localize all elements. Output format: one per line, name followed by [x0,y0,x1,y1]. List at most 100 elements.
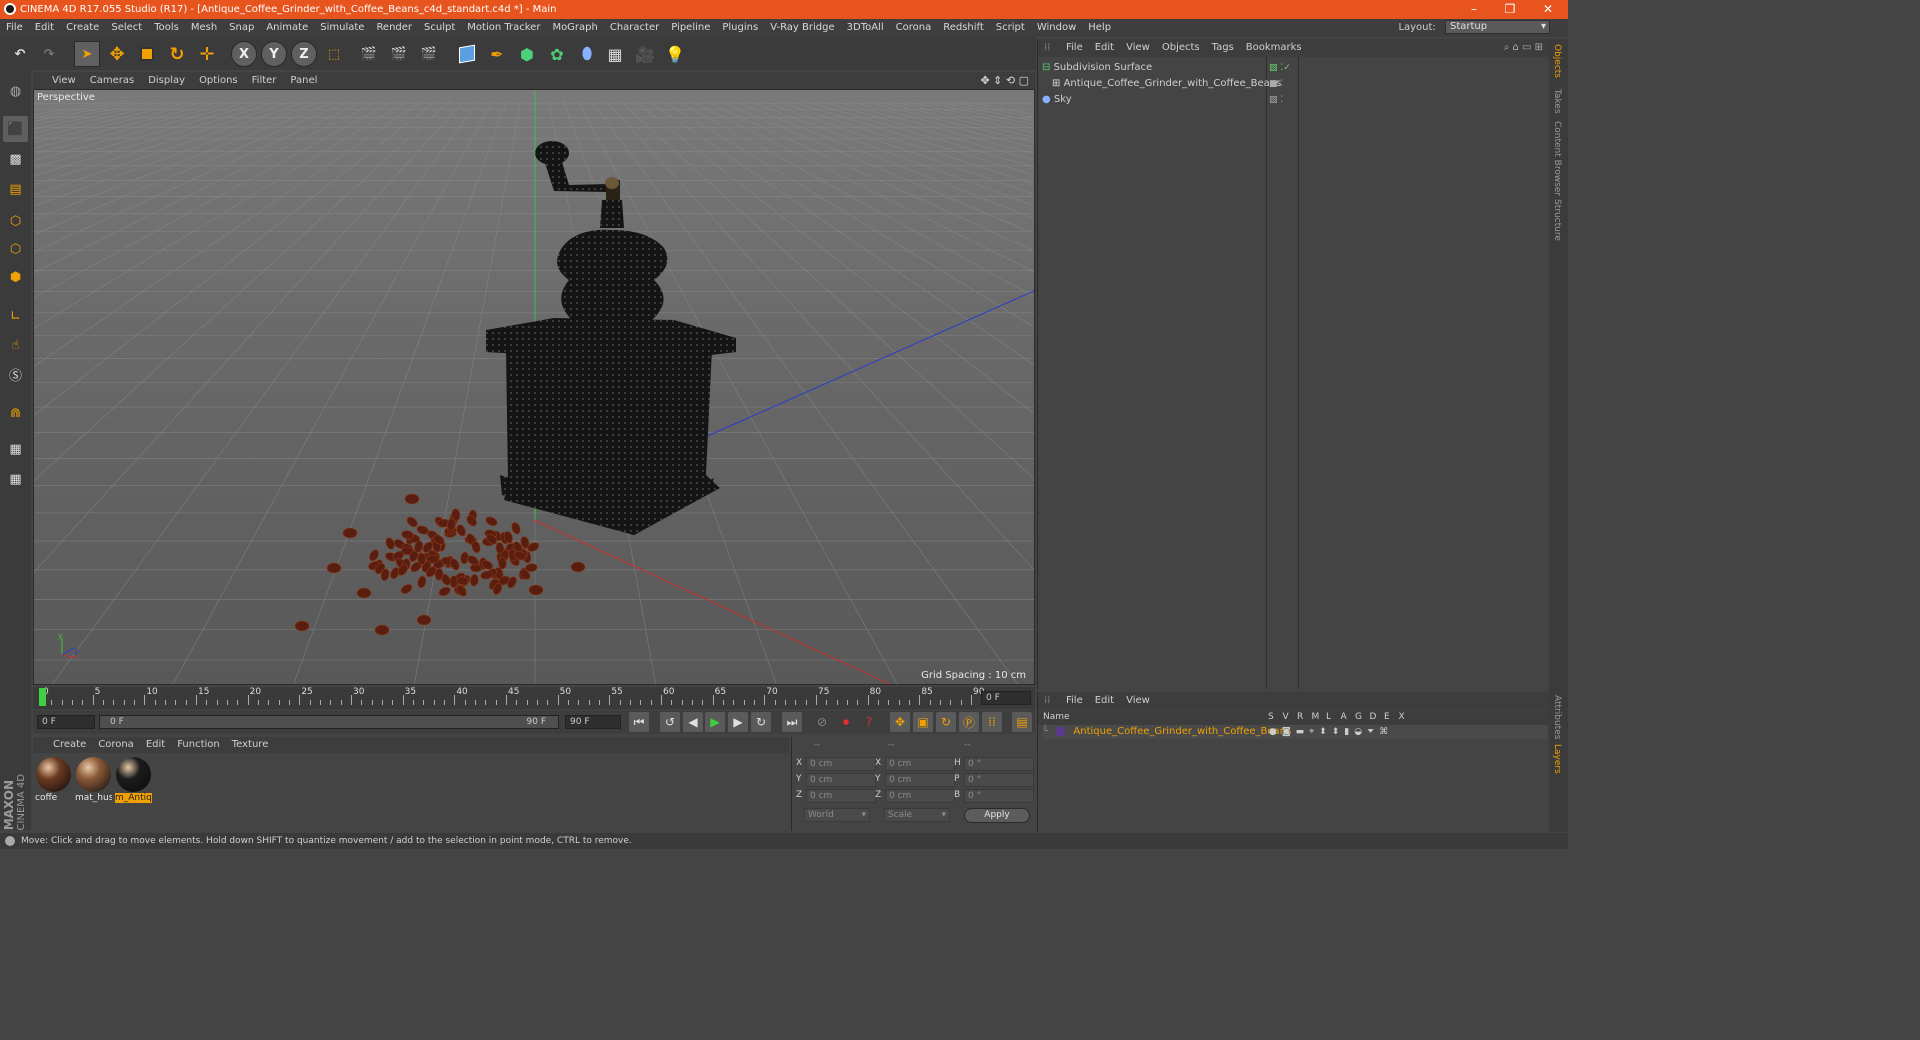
rotate-tool-icon[interactable]: ↻ [164,41,190,67]
texture-mode-icon[interactable]: ▩ [3,146,28,172]
layer-column-x[interactable]: X [1399,712,1405,722]
y-axis-lock-button[interactable]: Y [261,41,287,67]
layer-column-name[interactable]: Name [1043,712,1070,722]
material-swatch[interactable]: mat_hus [75,756,112,804]
menu-plugins[interactable]: Plugins [716,19,764,37]
side-tab-attributes[interactable]: Attributes [1552,695,1562,739]
edges-mode-icon[interactable]: ⬡ [3,236,28,262]
coordinate-value-field[interactable]: 0 cm [885,757,955,771]
x-axis-lock-button[interactable]: X [231,41,257,67]
spline-pen-icon[interactable]: ✒ [484,41,510,67]
layer-name[interactable]: Antique_Coffee_Grinder_with_Coffee_Beans [1073,726,1291,737]
menu-corona[interactable]: Corona [890,19,938,37]
timeline-ruler[interactable]: 051015202530354045505560657075808590 0 F [33,687,1035,709]
coordinate-value-field[interactable]: 0 cm [806,757,876,771]
object-row[interactable]: ⊟ Subdivision Surface ▨ ⁚✓ [1042,60,1542,76]
apply-button[interactable]: Apply [964,808,1030,823]
restore-button[interactable]: ❐ [1492,0,1528,19]
autokey-off-icon[interactable]: ⊘ [812,712,832,732]
solo-mode-icon[interactable]: Ⓢ [3,361,28,387]
menu-redshift[interactable]: Redshift [937,19,990,37]
scale-tool-icon[interactable] [134,41,160,67]
menu-3dtoall[interactable]: 3DToAll [841,19,890,37]
menu-file[interactable]: File [0,19,29,37]
menu-animate[interactable]: Animate [260,19,314,37]
key-parameter-icon[interactable]: Ⓟ [959,712,979,732]
menu-v-ray-bridge[interactable]: V-Ray Bridge [764,19,840,37]
menu-mograph[interactable]: MoGraph [546,19,603,37]
side-tab-layers[interactable]: Layers [1552,744,1562,774]
material-menu-corona[interactable]: Corona [92,737,140,753]
object-visibility-icons[interactable]: ■ ⁚ [1269,76,1283,92]
snap-magnet-icon[interactable]: ⋒ [3,400,28,426]
menu-snap[interactable]: Snap [223,19,260,37]
polygons-mode-icon[interactable]: ⬢ [3,264,28,290]
key-position-icon[interactable]: ✥ [890,712,910,732]
material-menu-edit[interactable]: Edit [140,737,171,753]
end-frame-field[interactable]: 90 F [565,715,621,729]
menu-mesh[interactable]: Mesh [185,19,223,37]
record-keyframe-icon[interactable]: ⏺ [836,712,856,732]
layer-menu-file[interactable]: File [1060,692,1089,710]
object-name[interactable]: Sky [1054,94,1072,105]
scale-mode-dropdown[interactable]: Scale ▾ [884,808,950,822]
select-tool-icon[interactable]: ➤ [74,41,100,67]
side-tab-structure[interactable]: Structure [1552,199,1562,241]
points-mode-icon[interactable]: ⬡ [3,208,28,234]
viewport-nav-icons[interactable]: ✥ ⇕ ⟲ ▢ [980,72,1029,89]
autokeying-icon[interactable]: ? [859,712,879,732]
menu-render[interactable]: Render [370,19,418,37]
object-menu-file[interactable]: File [1060,39,1089,57]
layer-column-a[interactable]: A [1341,712,1347,722]
viewport-menu-panel[interactable]: Panel [283,72,324,89]
object-row[interactable]: ● Sky ▨ ⁚ [1042,92,1542,108]
close-button[interactable]: ✕ [1530,0,1566,19]
next-key-icon[interactable]: ↻ [751,712,771,732]
live-selection-icon[interactable]: ✛ [194,41,220,67]
cube-primitive-icon[interactable] [454,41,480,67]
key-scale-icon[interactable]: ▣ [913,712,933,732]
make-editable-icon[interactable]: ◍ [3,78,28,104]
redo-icon[interactable]: ↷ [36,41,62,67]
viewport-menu-view[interactable]: View [45,72,83,89]
layer-menu-view[interactable]: View [1120,692,1156,710]
move-tool-icon[interactable]: ✥ [104,41,130,67]
menu-simulate[interactable]: Simulate [314,19,370,37]
menu-pipeline[interactable]: Pipeline [665,19,716,37]
start-frame-field[interactable]: 0 F [37,715,95,729]
floor-scene-icon[interactable]: ▦ [602,41,628,67]
menu-tools[interactable]: Tools [148,19,185,37]
workplane-mode-icon[interactable]: ▤ [3,176,28,202]
subdivision-surface-icon[interactable]: ⬢ [514,41,540,67]
light-bulb-icon[interactable]: 💡 [662,41,688,67]
coordinate-value-field[interactable]: 0 cm [806,773,876,787]
step-forward-icon[interactable]: ▶ [728,712,748,732]
layer-column-m[interactable]: M [1312,712,1320,722]
layer-color-swatch[interactable] [1056,726,1066,736]
menu-help[interactable]: Help [1082,19,1117,37]
render-settings-icon[interactable]: 🎬 [416,41,442,67]
object-row[interactable]: ⊞ Antique_Coffee_Grinder_with_Coffee_Bea… [1042,76,1542,92]
menu-create[interactable]: Create [60,19,105,37]
frame-range-slider[interactable]: 0 F 90 F [99,715,559,729]
minimize-button[interactable]: – [1456,0,1492,19]
layer-column-e[interactable]: E [1384,712,1390,722]
coordinate-value-field[interactable]: 0 cm [885,773,955,787]
timeline-window-icon[interactable]: ▤ [1012,712,1032,732]
viewport-menu-filter[interactable]: Filter [245,72,284,89]
coordinate-value-field[interactable]: 0 cm [806,789,876,803]
viewport-menu-cameras[interactable]: Cameras [83,72,141,89]
object-name[interactable]: Subdivision Surface [1054,62,1153,73]
tweak-mode-icon[interactable]: ☝ [3,332,28,358]
model-mode-icon[interactable]: ⬛ [3,116,28,142]
go-to-start-icon[interactable]: ⏮ [629,712,649,732]
coordinate-system-icon[interactable]: ⬚ [321,41,347,67]
layer-row[interactable]: └ Antique_Coffee_Grinder_with_Coffee_Bea… [1042,725,1547,739]
side-tab-takes[interactable]: Takes [1552,89,1562,114]
layer-column-l[interactable]: L [1326,712,1331,722]
playhead[interactable] [39,688,46,706]
layer-column-s[interactable]: S [1268,712,1274,722]
coordinate-mode-dropdown[interactable]: World ▾ [804,808,870,822]
key-rotation-icon[interactable]: ↻ [936,712,956,732]
deformer-icon[interactable]: ⬮ [574,41,600,67]
